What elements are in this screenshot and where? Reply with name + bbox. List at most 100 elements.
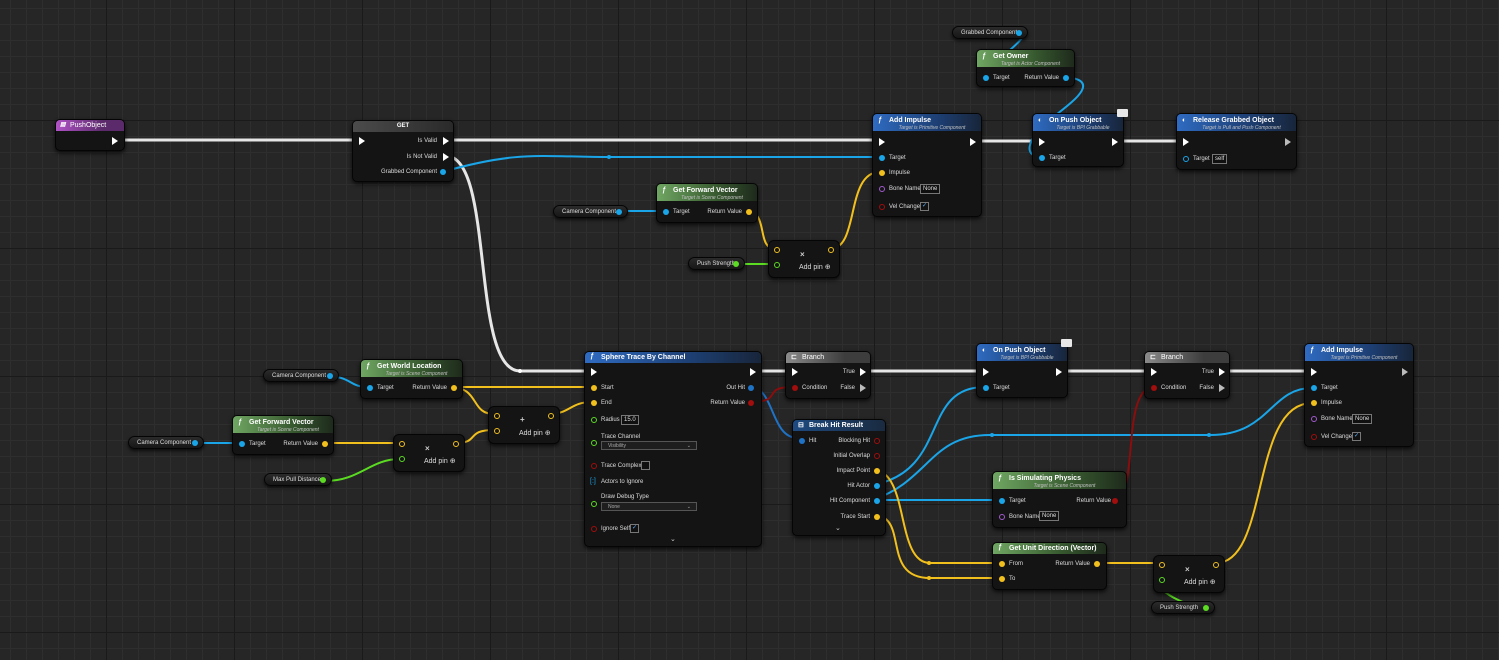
vel-change-pin[interactable] [879, 204, 885, 210]
is-not-valid-exec-pin[interactable] [443, 153, 449, 161]
push-object-event-node[interactable]: ▤ PushObject [55, 119, 125, 151]
condition-pin[interactable] [1151, 385, 1157, 391]
vel-change-pin[interactable] [1311, 434, 1317, 440]
get-world-location-node[interactable]: ƒ Get World Location Target is Scene Com… [360, 359, 463, 399]
return-value-pin[interactable] [746, 209, 752, 215]
grabbed-component-variable[interactable]: Grabbed Component [952, 26, 1028, 39]
initial-overlap-pin[interactable] [874, 453, 880, 459]
sphere-trace-by-channel-node[interactable]: ƒ Sphere Trace By Channel Start End Radi… [584, 351, 762, 547]
trace-complex-pin[interactable] [591, 463, 597, 469]
target-pin[interactable] [1311, 385, 1317, 391]
exec-out-pin[interactable] [750, 368, 756, 376]
condition-pin[interactable] [792, 385, 798, 391]
release-grabbed-object-node[interactable]: ◐ Release Grabbed Object Target is Pull … [1176, 113, 1297, 170]
add-pin-button[interactable]: Add pin ⊕ [424, 457, 456, 465]
variable-out-pin[interactable] [192, 440, 198, 446]
hit-actor-pin[interactable] [874, 483, 880, 489]
input-a-pin[interactable] [774, 247, 780, 253]
add-pin-button[interactable]: Add pin ⊕ [799, 263, 831, 271]
variable-out-pin[interactable] [1016, 30, 1022, 36]
target-pin[interactable] [879, 155, 885, 161]
trace-start-pin[interactable] [874, 514, 880, 520]
break-hit-result-node[interactable]: ⊟ Break Hit Result Hit Blocking Hit Init… [792, 419, 886, 536]
multiply-node-upper[interactable]: × Add pin ⊕ [768, 240, 840, 278]
exec-out-pin[interactable] [1285, 138, 1291, 146]
bone-name-field[interactable]: None [1039, 511, 1060, 521]
impact-point-pin[interactable] [874, 468, 880, 474]
input-b-pin[interactable] [399, 456, 405, 462]
blocking-hit-pin[interactable] [874, 438, 880, 444]
is-valid-exec-pin[interactable] [443, 137, 449, 145]
output-pin[interactable] [548, 413, 554, 419]
radius-pin[interactable] [591, 417, 597, 423]
variable-out-pin[interactable] [327, 373, 333, 379]
output-pin[interactable] [828, 247, 834, 253]
out-hit-pin[interactable] [748, 385, 754, 391]
hit-component-pin[interactable] [874, 498, 880, 504]
exec-in-pin[interactable] [879, 138, 885, 146]
exec-in-pin[interactable] [359, 137, 365, 145]
vel-change-checkbox[interactable]: ✓ [920, 202, 929, 211]
vel-change-checkbox[interactable]: ✓ [1352, 432, 1361, 441]
camera-component-variable[interactable]: Camera Component [263, 369, 339, 382]
input-a-pin[interactable] [1159, 562, 1165, 568]
on-push-object-node-lower[interactable]: ◐ On Push Object Target is BPI Grabbable… [976, 343, 1068, 398]
bone-name-field[interactable]: None [920, 184, 941, 194]
from-pin[interactable] [999, 561, 1005, 567]
target-pin[interactable] [1183, 156, 1189, 162]
output-pin[interactable] [453, 441, 459, 447]
multiply-node-lower[interactable]: × Add pin ⊕ [393, 434, 465, 472]
return-value-pin[interactable] [748, 400, 754, 406]
exec-out-pin[interactable] [1112, 138, 1118, 146]
expand-chevron-icon[interactable]: ⌄ [835, 524, 841, 532]
on-push-object-node-top[interactable]: ◐ On Push Object Target is BPI Grabbable… [1032, 113, 1124, 167]
camera-component-variable[interactable]: Camera Component [128, 436, 204, 449]
output-pin[interactable] [1213, 562, 1219, 568]
variable-out-pin[interactable] [1203, 605, 1209, 611]
actors-to-ignore-icon[interactable]: [:] [590, 478, 596, 486]
target-pin[interactable] [1039, 155, 1045, 161]
variable-out-pin[interactable] [320, 477, 326, 483]
add-impulse-node-top[interactable]: ƒ Add Impulse Target is Primitive Compon… [872, 113, 982, 217]
to-pin[interactable] [999, 576, 1005, 582]
exec-in-pin[interactable] [1039, 138, 1045, 146]
get-forward-vector-node-lower[interactable]: ƒ Get Forward Vector Target is Scene Com… [232, 415, 334, 455]
get-unit-direction-node[interactable]: ƒ Get Unit Direction (Vector) From To Re… [992, 542, 1107, 590]
true-exec-pin[interactable] [1219, 368, 1225, 376]
false-exec-pin[interactable] [1219, 384, 1225, 392]
variable-out-pin[interactable] [616, 209, 622, 215]
target-pin[interactable] [367, 385, 373, 391]
return-value-pin[interactable] [1112, 498, 1118, 504]
exec-in-pin[interactable] [1151, 368, 1157, 376]
end-pin[interactable] [591, 400, 597, 406]
branch-node[interactable]: ⊏ Branch True Condition False [1144, 351, 1230, 399]
start-pin[interactable] [591, 385, 597, 391]
impulse-pin[interactable] [1311, 400, 1317, 406]
target-self-field[interactable]: self [1212, 154, 1228, 164]
exec-in-pin[interactable] [1183, 138, 1189, 146]
trace-complex-checkbox[interactable] [641, 461, 650, 470]
add-node[interactable]: + Add pin ⊕ [488, 406, 560, 444]
target-pin[interactable] [663, 209, 669, 215]
add-impulse-node-lower[interactable]: ƒ Add Impulse Target is Primitive Compon… [1304, 343, 1414, 447]
input-a-pin[interactable] [494, 413, 500, 419]
exec-in-pin[interactable] [1311, 368, 1317, 376]
variable-out-pin[interactable] [733, 261, 739, 267]
bone-name-field[interactable]: None [1352, 414, 1373, 424]
max-pull-distance-variable[interactable]: Max Pull Distance [264, 473, 332, 486]
exec-out-pin[interactable] [970, 138, 976, 146]
branch-node[interactable]: ⊏ Branch True Condition False [785, 351, 871, 399]
hit-pin[interactable] [799, 438, 805, 444]
add-pin-button[interactable]: Add pin ⊕ [519, 429, 551, 437]
bone-name-pin[interactable] [999, 514, 1005, 520]
bone-name-pin[interactable] [879, 186, 885, 192]
target-pin[interactable] [983, 385, 989, 391]
false-exec-pin[interactable] [860, 384, 866, 392]
input-b-pin[interactable] [774, 262, 780, 268]
exec-out-pin[interactable] [112, 137, 118, 145]
exec-out-pin[interactable] [1402, 368, 1408, 376]
true-exec-pin[interactable] [860, 368, 866, 376]
exec-in-pin[interactable] [591, 368, 597, 376]
bone-name-pin[interactable] [1311, 416, 1317, 422]
grabbed-component-pin[interactable] [440, 169, 446, 175]
